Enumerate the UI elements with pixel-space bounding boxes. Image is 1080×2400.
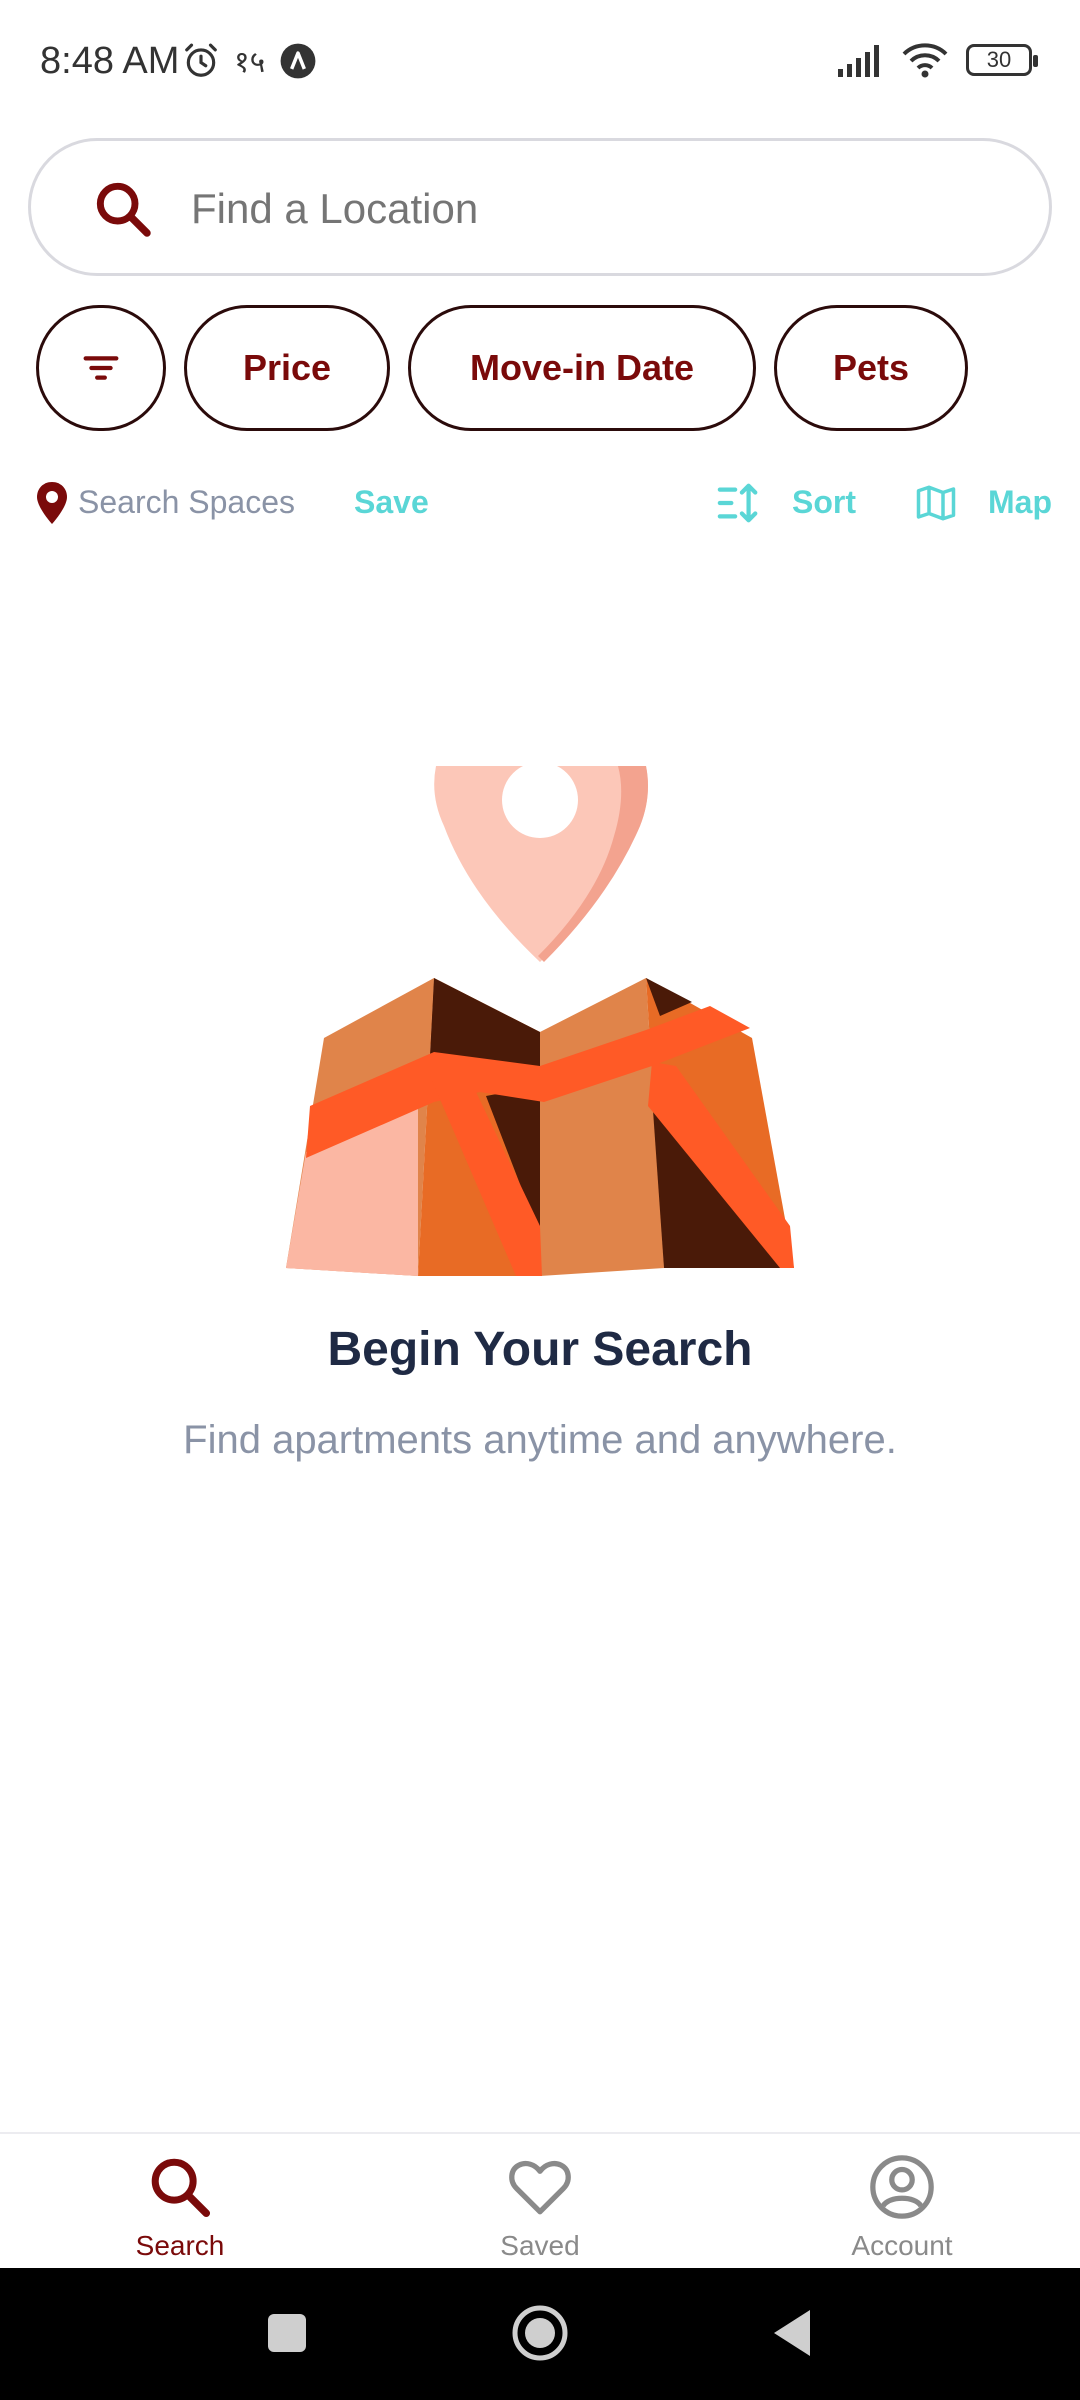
recent-apps-icon[interactable] bbox=[252, 2298, 322, 2368]
account-icon bbox=[870, 2155, 934, 2219]
status-bar: 8:48 AM १५ 30 bbox=[0, 0, 1080, 130]
heart-icon bbox=[509, 2160, 571, 2215]
battery-icon: 30 bbox=[966, 44, 1038, 76]
empty-state-title: Begin Your Search bbox=[327, 1323, 753, 1376]
a-badge-icon bbox=[280, 43, 316, 78]
pets-filter-chip[interactable]: Pets bbox=[774, 305, 968, 431]
status-time: 8:48 AM bbox=[40, 40, 180, 82]
search-icon bbox=[151, 2158, 211, 2218]
nav-label-account: Account bbox=[851, 2230, 953, 2261]
map-illustration bbox=[286, 766, 794, 1276]
pets-filter-label: Pets bbox=[832, 347, 910, 388]
nav-label-saved: Saved bbox=[500, 2230, 580, 2261]
nav-item-search[interactable]: Search bbox=[70, 2152, 290, 2270]
search-icon bbox=[96, 182, 151, 237]
wifi-icon bbox=[902, 43, 948, 78]
nav-label-search: Search bbox=[135, 2230, 225, 2261]
map-view-button[interactable]: Map bbox=[988, 484, 1052, 521]
save-search-button[interactable]: Save bbox=[354, 484, 429, 521]
empty-state-subtitle: Find apartments anytime and anywhere. bbox=[183, 1418, 897, 1462]
nav-item-saved[interactable]: Saved bbox=[430, 2152, 650, 2270]
location-search-bar[interactable] bbox=[28, 138, 1052, 276]
sort-icon[interactable] bbox=[716, 480, 762, 526]
search-spaces-label: Search Spaces bbox=[78, 484, 296, 520]
filter-chips: Price Move-in Date Pets bbox=[36, 305, 968, 431]
map-icon[interactable] bbox=[914, 482, 958, 524]
price-filter-chip[interactable]: Price bbox=[184, 305, 390, 431]
sort-button[interactable]: Sort bbox=[792, 484, 856, 521]
move-in-date-filter-label: Move-in Date bbox=[469, 347, 695, 388]
nav-item-account[interactable]: Account bbox=[792, 2152, 1012, 2270]
location-pin-icon bbox=[37, 482, 67, 524]
status-icons-right: 30 bbox=[836, 42, 1038, 78]
filter-button[interactable] bbox=[36, 305, 166, 431]
status-extra-text: १५ bbox=[234, 46, 266, 79]
results-toolbar: Search Spaces Save Sort Map bbox=[0, 470, 1080, 540]
price-filter-label: Price bbox=[242, 347, 332, 388]
location-search-input[interactable] bbox=[191, 171, 1011, 247]
back-icon[interactable] bbox=[758, 2298, 828, 2368]
alarm-icon bbox=[185, 43, 217, 77]
battery-level: 30 bbox=[986, 47, 1012, 72]
home-icon[interactable] bbox=[505, 2298, 575, 2368]
filter-icon bbox=[83, 356, 119, 380]
system-navigation-bar bbox=[0, 2268, 1080, 2400]
signal-icon bbox=[838, 45, 879, 77]
move-in-date-filter-chip[interactable]: Move-in Date bbox=[408, 305, 756, 431]
bottom-navigation: Search Saved Account bbox=[0, 2132, 1080, 2268]
status-icons-left: १५ bbox=[182, 40, 317, 81]
